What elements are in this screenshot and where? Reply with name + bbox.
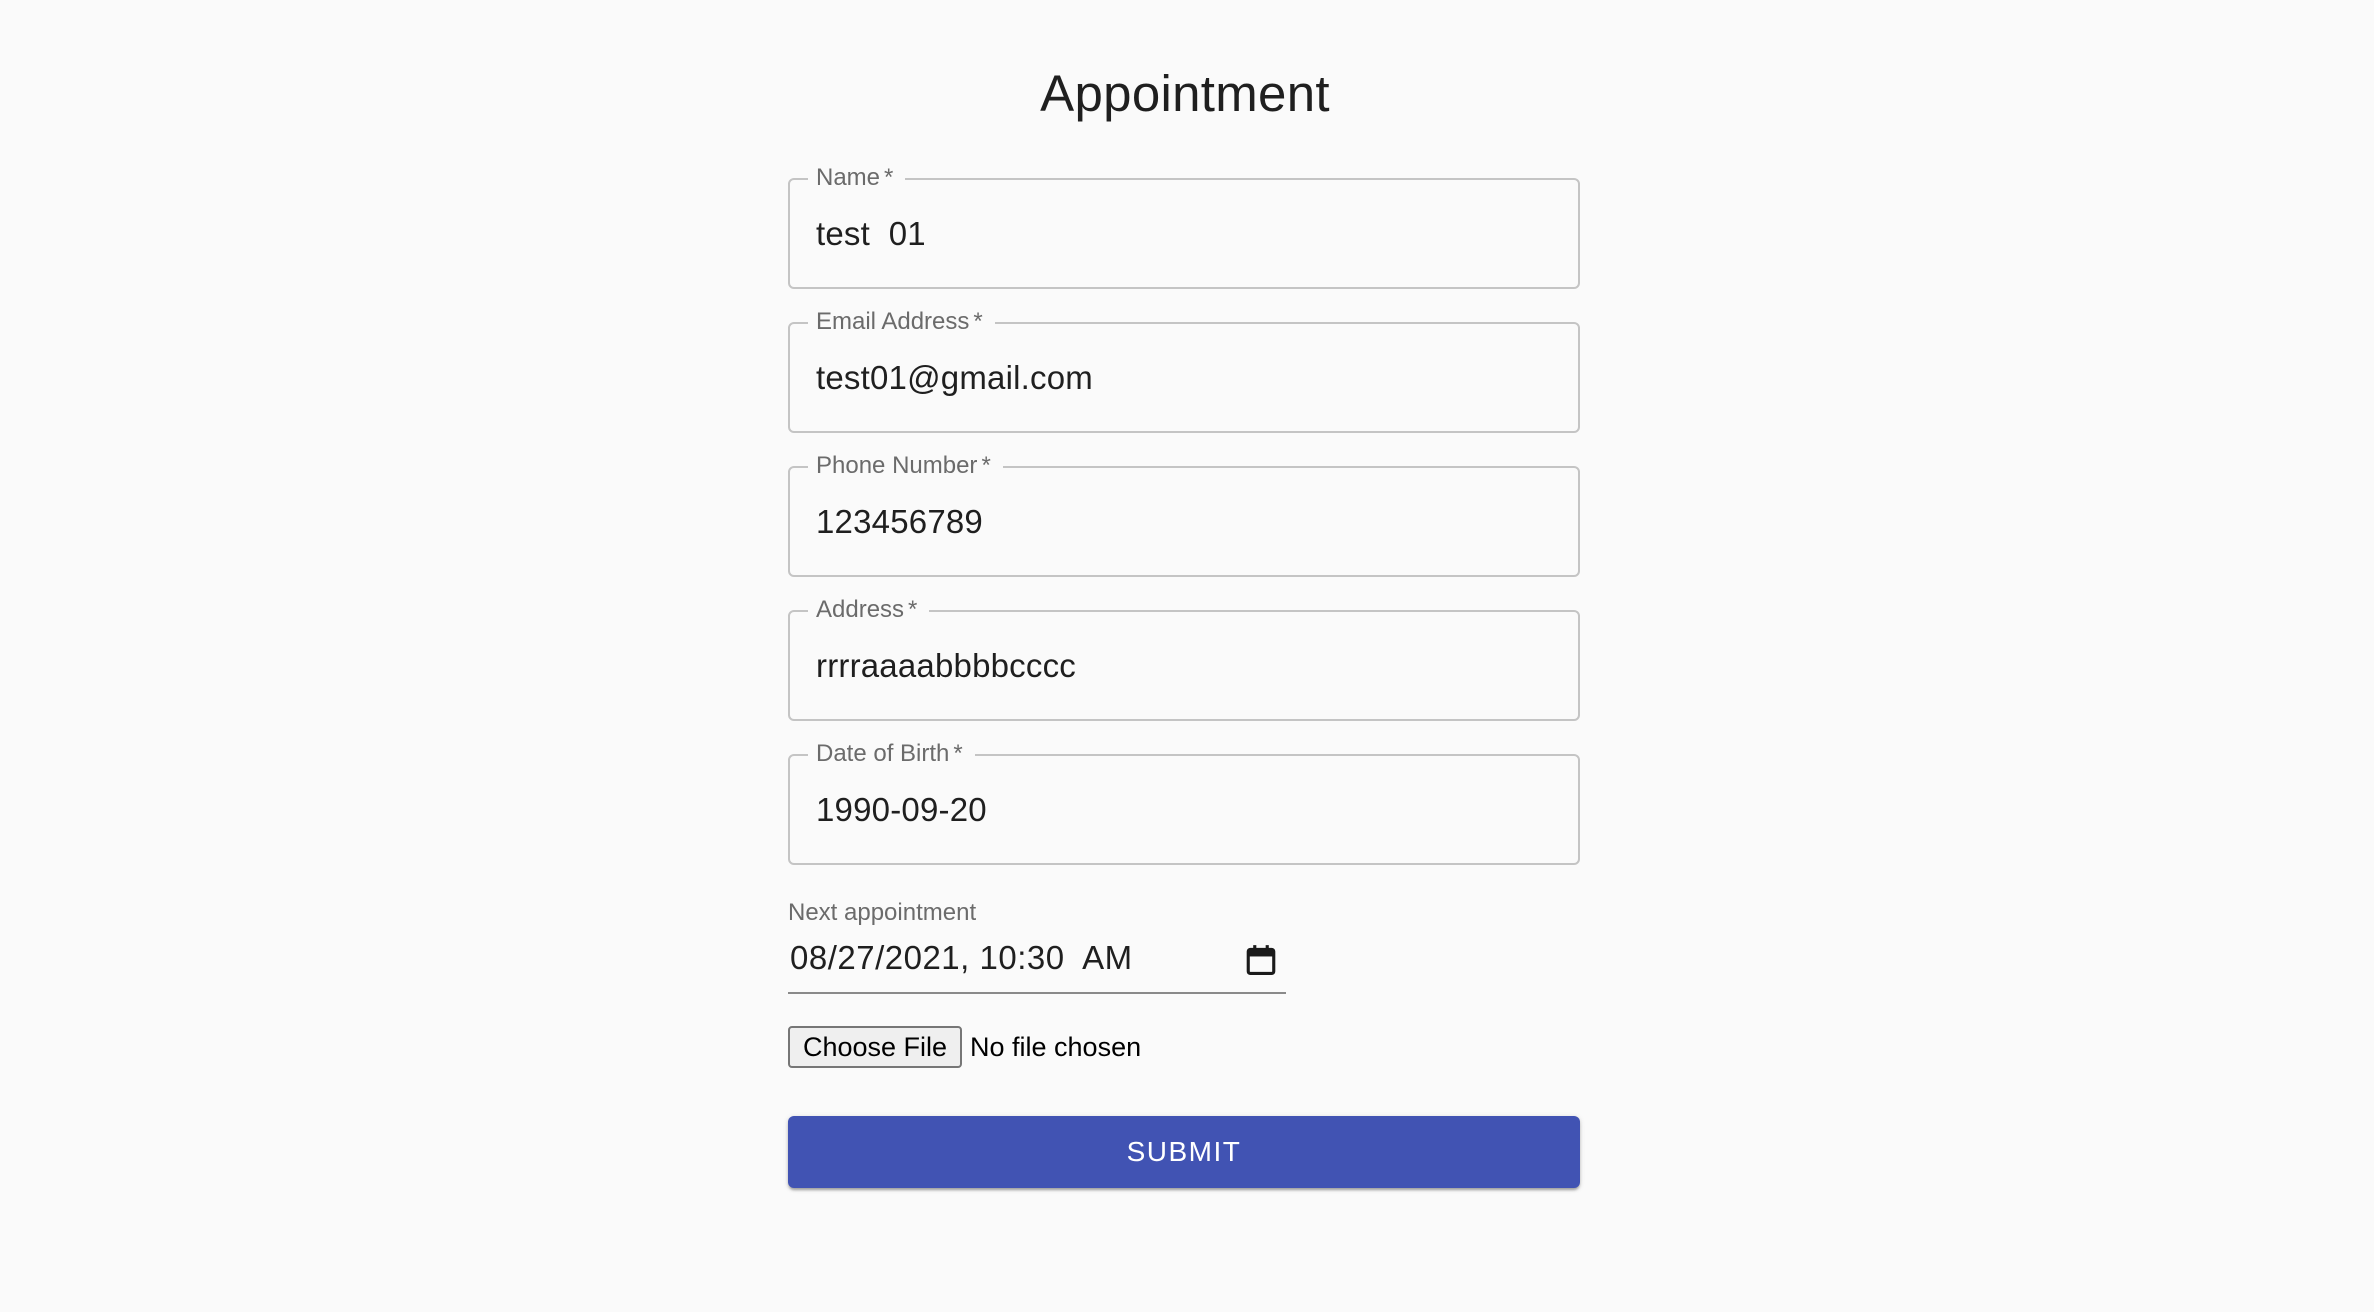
name-field[interactable]: Name * test 01 — [788, 160, 1580, 289]
phone-field-label: Phone Number * — [808, 448, 1003, 484]
page-title: Appointment — [1040, 65, 1330, 122]
date-of-birth-field[interactable]: Date of Birth * 1990-09-20 — [788, 736, 1580, 865]
file-status-text: No file chosen — [970, 1032, 1142, 1062]
appointment-page: Appointment Name * test 01 Email Address *… — [0, 0, 2374, 1312]
date-of-birth-field-label: Date of Birth * — [808, 736, 975, 772]
required-mark: * — [953, 740, 963, 767]
address-input-value[interactable]: rrrraaaabbbbcccc — [816, 646, 1076, 686]
date-of-birth-input-value[interactable]: 1990-09-20 — [816, 790, 987, 830]
email-input-value[interactable]: test01@gmail.com — [816, 358, 1093, 398]
required-mark: * — [981, 452, 991, 479]
required-mark: * — [908, 596, 918, 623]
phone-field[interactable]: Phone Number * 123456789 — [788, 448, 1580, 577]
next-appointment-input[interactable]: 08/27/2021, 10:30 AM — [788, 930, 1286, 994]
address-field[interactable]: Address * rrrraaaabbbbcccc — [788, 592, 1580, 721]
submit-button[interactable]: SUBMIT — [788, 1116, 1580, 1188]
phone-input-value[interactable]: 123456789 — [816, 502, 983, 542]
address-field-label: Address * — [808, 592, 930, 628]
calendar-icon[interactable] — [1244, 942, 1278, 978]
required-mark: * — [884, 164, 894, 191]
next-appointment-label: Next appointment — [788, 899, 977, 926]
email-field-label: Email Address * — [808, 304, 995, 340]
next-appointment-value[interactable]: 08/27/2021, 10:30 AM — [790, 938, 1133, 978]
choose-file-button[interactable]: Choose File — [788, 1026, 962, 1068]
email-field[interactable]: Email Address * test01@gmail.com — [788, 304, 1580, 433]
required-mark: * — [973, 308, 983, 335]
name-input-value[interactable]: test 01 — [816, 214, 926, 254]
name-field-label: Name * — [808, 160, 906, 196]
